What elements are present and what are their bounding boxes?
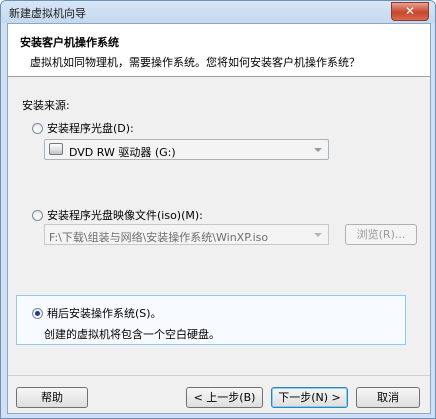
wizard-body: 安装客户机操作系统 虚拟机如同物理机，需要操作系统。您将如何安装客户机操作系统？… — [7, 23, 431, 414]
window-title: 新建虚拟机向导 — [9, 7, 86, 20]
iso-path-field[interactable]: F:\下载\组装与网络\安装操作系统\WinXP.iso — [44, 224, 329, 245]
later-option[interactable]: 稍后安装操作系统(S)。 — [32, 305, 162, 321]
back-button[interactable]: < 上一步(B) — [186, 387, 263, 408]
wizard-header: 安装客户机操作系统 虚拟机如同物理机，需要操作系统。您将如何安装客户机操作系统？ — [8, 24, 430, 77]
iso-option-label[interactable]: 安装程序光盘映像文件(iso)(M): — [47, 207, 203, 223]
page-title: 安装客户机操作系统 — [20, 36, 119, 49]
later-hint: 创建的虚拟机将包含一个空白硬盘。 — [44, 328, 220, 341]
footer-separator — [8, 375, 430, 376]
disc-option-label[interactable]: 安装程序光盘(D): — [47, 120, 134, 136]
browse-button[interactable]: 浏览(R)... — [345, 224, 417, 245]
dvd-drive-icon — [49, 143, 63, 155]
next-button[interactable]: 下一步(N) > — [271, 387, 348, 408]
wizard-window: 新建虚拟机向导 ✕ 安装客户机操作系统 虚拟机如同物理机，需要操作系统。您将如何… — [0, 0, 436, 419]
disc-radio[interactable] — [32, 122, 43, 134]
help-button[interactable]: 帮助 — [16, 387, 88, 408]
later-radio[interactable] — [32, 307, 43, 319]
close-button[interactable]: ✕ — [391, 2, 429, 21]
page-description: 虚拟机如同物理机，需要操作系统。您将如何安装客户机操作系统？ — [30, 56, 360, 69]
chevron-down-icon — [314, 233, 322, 237]
title-bar[interactable]: 新建虚拟机向导 ✕ — [1, 1, 435, 23]
chevron-down-icon — [314, 148, 322, 152]
drive-select[interactable]: DVD RW 驱动器 (G:) — [44, 139, 329, 160]
install-source-label: 安装来源: — [22, 99, 70, 112]
drive-select-value: DVD RW 驱动器 (G:) — [69, 146, 176, 159]
cancel-button[interactable]: 取消 — [356, 387, 420, 408]
iso-radio[interactable] — [32, 209, 43, 221]
iso-path-value: F:\下载\组装与网络\安装操作系统\WinXP.iso — [49, 231, 269, 244]
iso-option[interactable]: 安装程序光盘映像文件(iso)(M): — [32, 207, 203, 223]
disc-option[interactable]: 安装程序光盘(D): — [32, 120, 134, 136]
later-option-label[interactable]: 稍后安装操作系统(S)。 — [47, 305, 162, 321]
